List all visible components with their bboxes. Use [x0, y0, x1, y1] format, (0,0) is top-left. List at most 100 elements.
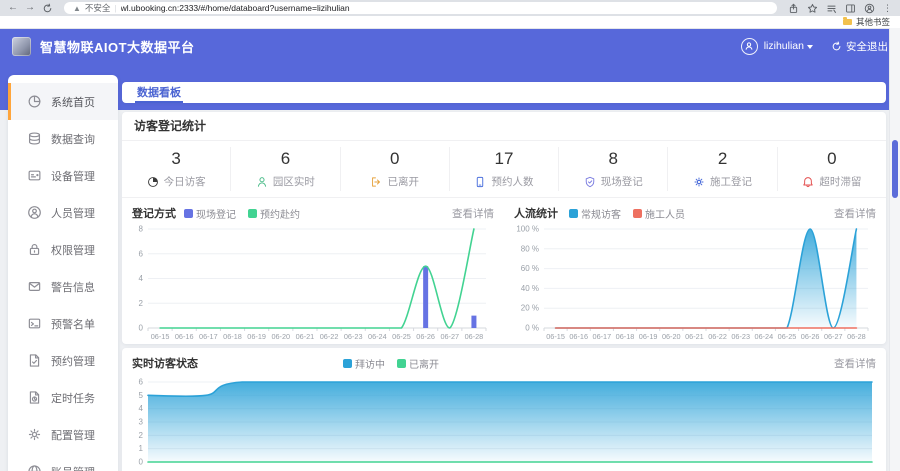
svg-text:4: 4: [139, 274, 144, 283]
profile-icon[interactable]: [864, 3, 875, 14]
bookmark-star-icon[interactable]: [807, 3, 818, 14]
sidebar-item-label: 系统首页: [51, 94, 95, 110]
today-visitors-icon: [147, 176, 159, 188]
registration-method-plot: 0246806-1506-1606-1706-1806-1906-2006-21…: [132, 222, 494, 346]
svg-text:60 %: 60 %: [521, 264, 539, 273]
legend-item[interactable]: 已离开: [397, 356, 439, 371]
svg-text:06-15: 06-15: [151, 332, 170, 341]
sidebar-item-permission[interactable]: 权限管理: [8, 231, 118, 268]
sidebar-item-reservation[interactable]: 预约管理: [8, 342, 118, 379]
svg-text:06-17: 06-17: [593, 332, 612, 341]
svg-text:80 %: 80 %: [521, 244, 539, 253]
sidebar-item-config[interactable]: 配置管理: [8, 416, 118, 453]
stat-value: 0: [778, 149, 886, 169]
section-title: 访客登记统计: [122, 112, 886, 141]
scrollbar-thumb[interactable]: [892, 140, 898, 198]
mail-icon: [27, 279, 42, 294]
sidebar-item-device[interactable]: 设备管理: [8, 157, 118, 194]
avatar[interactable]: [741, 38, 758, 55]
device-icon: [27, 168, 42, 183]
username[interactable]: lizihulian: [764, 40, 804, 52]
legend-item[interactable]: 常规访客: [569, 206, 621, 221]
svg-text:06-16: 06-16: [175, 332, 194, 341]
legend-item[interactable]: 现场登记: [184, 206, 236, 221]
legend-flow: 常规访客施工人员: [569, 206, 685, 221]
sidebar-item-account[interactable]: 账号管理: [8, 453, 118, 471]
main-area: 数据看板 访客登记统计 3今日访客6园区实时0已离开17预约人数8现场登记2施工…: [122, 64, 886, 471]
back-icon[interactable]: ←: [8, 0, 18, 16]
stat-label: 今日访客: [164, 174, 206, 189]
stat-onsite: 8现场登记: [559, 147, 668, 191]
scrollbar-track[interactable]: [889, 28, 900, 471]
svg-text:06-15: 06-15: [546, 332, 565, 341]
sidebar-item-label: 预约管理: [51, 353, 95, 369]
svg-text:6: 6: [139, 378, 144, 387]
sidebar-item-label: 警告信息: [51, 279, 95, 295]
legend-item[interactable]: 预约赴约: [248, 206, 300, 221]
svg-text:06-23: 06-23: [731, 332, 750, 341]
terminal-icon: [27, 316, 42, 331]
menu-dots-icon[interactable]: ⋮: [883, 3, 892, 14]
pie-chart-icon: [27, 94, 42, 109]
sidebar-item-label: 预警名单: [51, 316, 95, 332]
chart-title-registration: 登记方式: [132, 205, 176, 221]
detail-link-realtime[interactable]: 查看详情: [834, 356, 876, 371]
sidebar-item-personnel[interactable]: 人员管理: [8, 194, 118, 231]
chart-title-realtime: 实时访客状态: [132, 355, 198, 371]
stat-label: 超时滞留: [819, 174, 861, 189]
stat-value: 8: [559, 149, 667, 169]
svg-text:06-20: 06-20: [271, 332, 290, 341]
lock-icon: [27, 242, 42, 257]
legend-item[interactable]: 拜访中: [343, 356, 385, 371]
sidebar-item-label: 权限管理: [51, 242, 95, 258]
stat-park-realtime: 6园区实时: [231, 147, 340, 191]
svg-text:06-27: 06-27: [440, 332, 459, 341]
refresh-icon[interactable]: [42, 3, 53, 14]
svg-text:06-24: 06-24: [755, 332, 774, 341]
sidebar-item-data-query[interactable]: 数据查询: [8, 120, 118, 157]
detail-link-flow[interactable]: 查看详情: [834, 206, 876, 221]
security-label: 不安全: [85, 2, 111, 14]
chevron-down-icon[interactable]: [807, 45, 813, 49]
globe-icon: [27, 464, 42, 471]
other-bookmarks[interactable]: 其他书签: [856, 16, 890, 28]
construction-icon: [693, 176, 705, 188]
share-icon[interactable]: [788, 3, 799, 14]
legend-item[interactable]: 施工人员: [633, 206, 685, 221]
browser-toolbar: ← → ▲ 不安全 | wl.ubooking.cn:2333/#/home/d…: [0, 0, 900, 16]
screen: ← → ▲ 不安全 | wl.ubooking.cn:2333/#/home/d…: [0, 0, 900, 471]
stat-value: 17: [450, 149, 558, 169]
svg-text:4: 4: [139, 404, 144, 413]
sidebar-item-home[interactable]: 系统首页: [8, 83, 118, 120]
svg-text:2: 2: [139, 299, 144, 308]
logout-button[interactable]: 安全退出: [831, 39, 888, 54]
svg-text:06-20: 06-20: [662, 332, 681, 341]
security-warning-icon[interactable]: ▲: [73, 4, 81, 13]
user-icon: [27, 205, 42, 220]
tab-panel-icon[interactable]: [845, 3, 856, 14]
logout-label: 安全退出: [846, 39, 888, 54]
bookmarks-bar: 其他书签: [0, 16, 900, 29]
tab-databoard[interactable]: 数据看板: [135, 82, 183, 103]
file-clock-icon: [27, 390, 42, 405]
tab-bar: 数据看板: [122, 82, 886, 103]
forward-icon[interactable]: →: [25, 0, 35, 16]
url-text: wl.ubooking.cn:2333/#/home/databoard?use…: [121, 3, 350, 13]
reading-list-icon[interactable]: [826, 3, 837, 14]
detail-link-registration[interactable]: 查看详情: [452, 206, 494, 221]
chart-title-flow: 人流统计: [514, 205, 558, 221]
svg-text:06-16: 06-16: [569, 332, 588, 341]
legend-swatch: [633, 209, 642, 218]
stat-left: 0已离开: [341, 147, 450, 191]
legend-swatch: [343, 359, 352, 368]
sidebar-item-cron[interactable]: 定时任务: [8, 379, 118, 416]
stat-label: 园区实时: [273, 174, 315, 189]
sidebar-menu: 系统首页数据查询设备管理人员管理权限管理警告信息预警名单预约管理定时任务配置管理…: [8, 75, 118, 471]
legend-swatch: [184, 209, 193, 218]
sidebar-item-watchlist[interactable]: 预警名单: [8, 305, 118, 342]
url-bar[interactable]: ▲ 不安全 | wl.ubooking.cn:2333/#/home/datab…: [64, 2, 777, 14]
sidebar-item-warning[interactable]: 警告信息: [8, 268, 118, 305]
database-icon: [27, 131, 42, 146]
realtime-status-plot: 0123456: [132, 372, 876, 471]
svg-text:06-27: 06-27: [824, 332, 843, 341]
